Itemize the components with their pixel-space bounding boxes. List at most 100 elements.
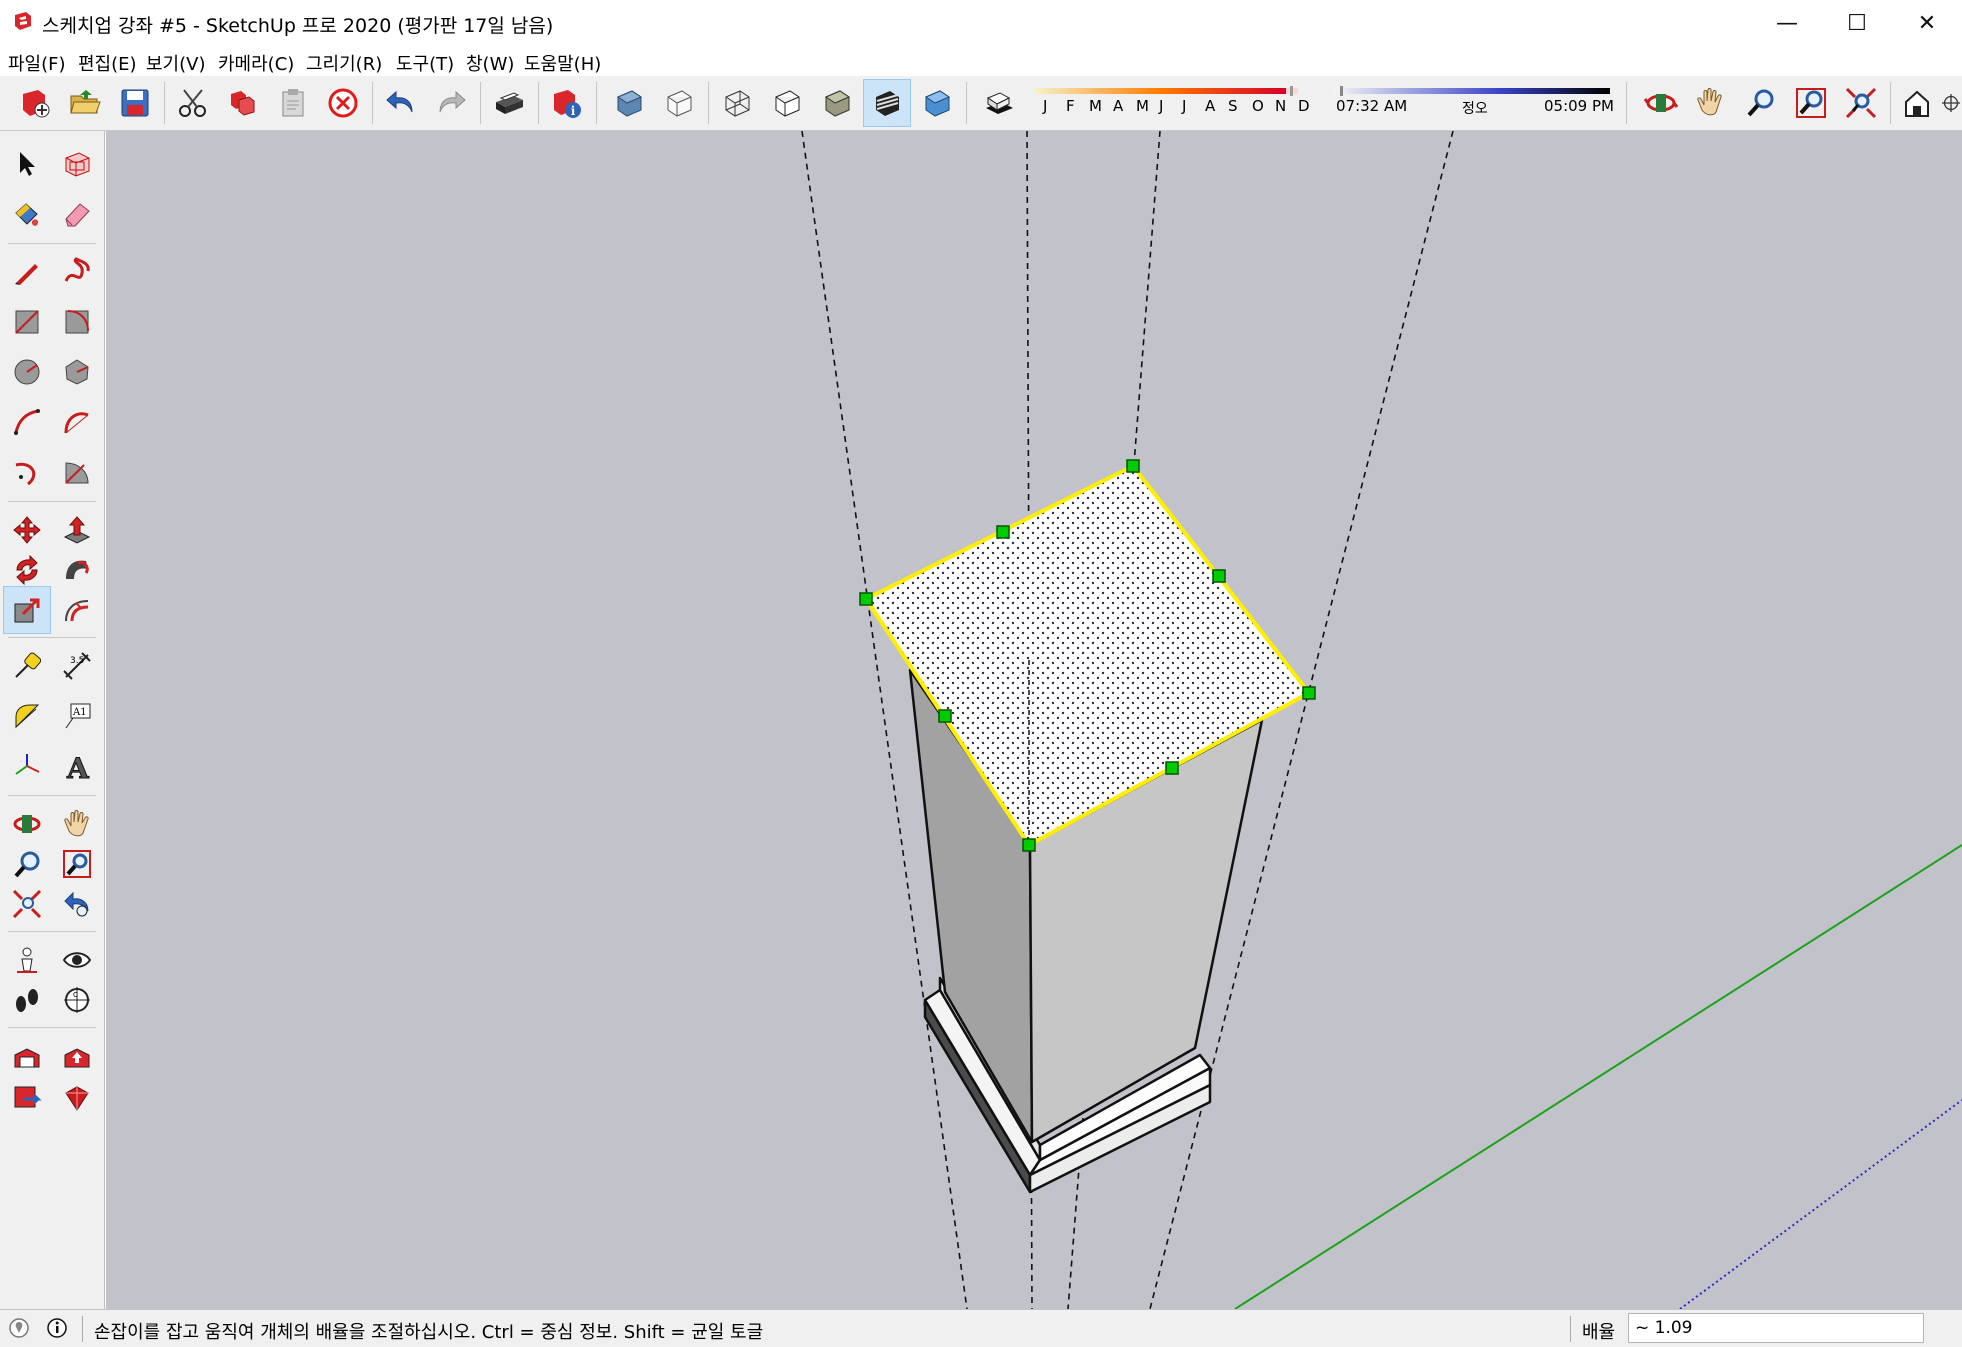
zoom-extents-tool-button[interactable] [4, 881, 50, 927]
scale-grip[interactable] [1302, 686, 1316, 700]
scale-grip[interactable] [859, 592, 873, 606]
menu-window[interactable]: 창(W) [466, 50, 514, 76]
model-info-button[interactable]: i [544, 80, 590, 126]
model-canvas[interactable] [106, 131, 1962, 1309]
undo-button[interactable] [378, 80, 424, 126]
eraser-icon [65, 203, 90, 227]
scale-grip[interactable] [1126, 459, 1140, 473]
rotated-rectangle-button[interactable] [54, 299, 100, 345]
month-label: D [1298, 97, 1310, 115]
freehand-tool-button[interactable] [54, 249, 100, 295]
pan-button[interactable] [1688, 80, 1734, 126]
zoom-window-button[interactable] [1788, 80, 1834, 126]
shaded-textures-button[interactable] [863, 79, 911, 127]
eye-icon [62, 952, 92, 968]
model-viewport[interactable] [106, 131, 1962, 1309]
scale-grip[interactable] [1022, 838, 1036, 852]
folder-open-icon [70, 90, 101, 114]
rectangle-tool-button[interactable] [4, 299, 50, 345]
transparent-view-button[interactable] [656, 80, 702, 126]
redo-button[interactable] [428, 80, 474, 126]
undo-arrow-icon [386, 90, 413, 113]
protractor-button[interactable] [4, 693, 50, 739]
text-tool-button[interactable]: A1 [54, 693, 100, 739]
scale-grip[interactable] [938, 709, 952, 723]
paint-bucket-button[interactable] [4, 191, 50, 237]
month-label: A [1113, 97, 1124, 115]
menu-camera[interactable]: 카메라(C) [218, 50, 294, 76]
two-point-arc-button[interactable] [54, 399, 100, 445]
select-tool-button[interactable] [4, 141, 50, 187]
3d-text-button[interactable]: A [54, 743, 100, 789]
scale-icon [14, 598, 40, 623]
tool-separator [8, 795, 96, 796]
line-tool-button[interactable] [4, 249, 50, 295]
iso-view-button[interactable] [606, 80, 652, 126]
orbit-button[interactable] [1638, 80, 1684, 126]
eraser-button[interactable] [54, 191, 100, 237]
minimize-button[interactable]: — [1752, 0, 1822, 46]
menu-help[interactable]: 도움말(H) [524, 50, 601, 76]
walk-tool-button[interactable] [4, 977, 50, 1023]
share-model-button[interactable] [4, 1075, 50, 1121]
shadows-toggle-button[interactable] [976, 80, 1022, 126]
cut-button[interactable] [170, 80, 216, 126]
close-button[interactable]: ✕ [1892, 0, 1962, 46]
erase-selection-button[interactable] [320, 80, 366, 126]
section-plane-button[interactable]: C [54, 977, 100, 1023]
tool-separator [8, 931, 96, 932]
zoom-extents-button[interactable] [1838, 80, 1884, 126]
print-button[interactable] [486, 80, 532, 126]
open-file-button[interactable] [62, 80, 108, 126]
make-component-button[interactable] [54, 141, 100, 187]
shaded-button[interactable] [814, 80, 860, 126]
menu-draw[interactable]: 그리기(R) [306, 50, 382, 76]
previous-view-button[interactable] [54, 881, 100, 927]
zoom-button[interactable] [1738, 80, 1784, 126]
polygon-tool-button[interactable] [54, 349, 100, 395]
menu-edit[interactable]: 편집(E) [78, 50, 137, 76]
menu-file[interactable]: 파일(F) [8, 50, 66, 76]
offset-icon [65, 600, 89, 622]
extension-warehouse-button[interactable] [54, 1075, 100, 1121]
copy-button[interactable] [220, 80, 266, 126]
warehouse-button[interactable] [1894, 80, 1940, 126]
freehand-curve-icon [64, 257, 90, 282]
push-pull-icon [63, 516, 91, 544]
pie-tool-button[interactable] [54, 449, 100, 495]
maximize-button[interactable]: ☐ [1822, 0, 1892, 46]
house-icon [1905, 90, 1929, 117]
monochrome-button[interactable] [914, 80, 960, 126]
three-point-arc-button[interactable] [4, 449, 50, 495]
shadow-date-slider[interactable] [1036, 86, 1316, 98]
delete-circle-icon [328, 88, 358, 118]
dimension-tool-button[interactable]: 3.5 [54, 643, 100, 689]
save-button[interactable] [112, 80, 158, 126]
scale-grip[interactable] [1212, 569, 1226, 583]
status-message: 손잡이를 잡고 움직여 개체의 배율을 조절하십시오. Ctrl = 중심 정보… [94, 1322, 764, 1343]
svg-text:C: C [73, 991, 78, 999]
crosshair-icon [1941, 93, 1961, 113]
scale-tool-button[interactable] [3, 586, 51, 634]
tape-measure-button[interactable] [4, 643, 50, 689]
menu-view[interactable]: 보기(V) [146, 50, 205, 76]
offset-tool-button[interactable] [54, 587, 100, 633]
hidden-line-button[interactable] [764, 80, 810, 126]
wireframe-button[interactable] [714, 80, 760, 126]
position-camera-button[interactable] [1940, 80, 1962, 126]
new-file-button[interactable] [12, 80, 58, 126]
paste-button[interactable] [270, 80, 316, 126]
menu-tools[interactable]: 도구(T) [396, 50, 454, 76]
geo-location-icon[interactable] [8, 1317, 30, 1339]
arc-tool-button[interactable] [4, 399, 50, 445]
circle-tool-button[interactable] [4, 349, 50, 395]
month-label: A [1205, 97, 1216, 115]
blue-axis-line [1679, 1099, 1962, 1309]
axes-tool-button[interactable] [4, 743, 50, 789]
measurements-input[interactable] [1628, 1313, 1924, 1343]
info-icon[interactable] [46, 1317, 68, 1339]
svg-text:i: i [571, 104, 576, 118]
pan-hand-icon [1697, 88, 1722, 116]
scale-grip[interactable] [996, 525, 1010, 539]
scale-grip[interactable] [1165, 761, 1179, 775]
